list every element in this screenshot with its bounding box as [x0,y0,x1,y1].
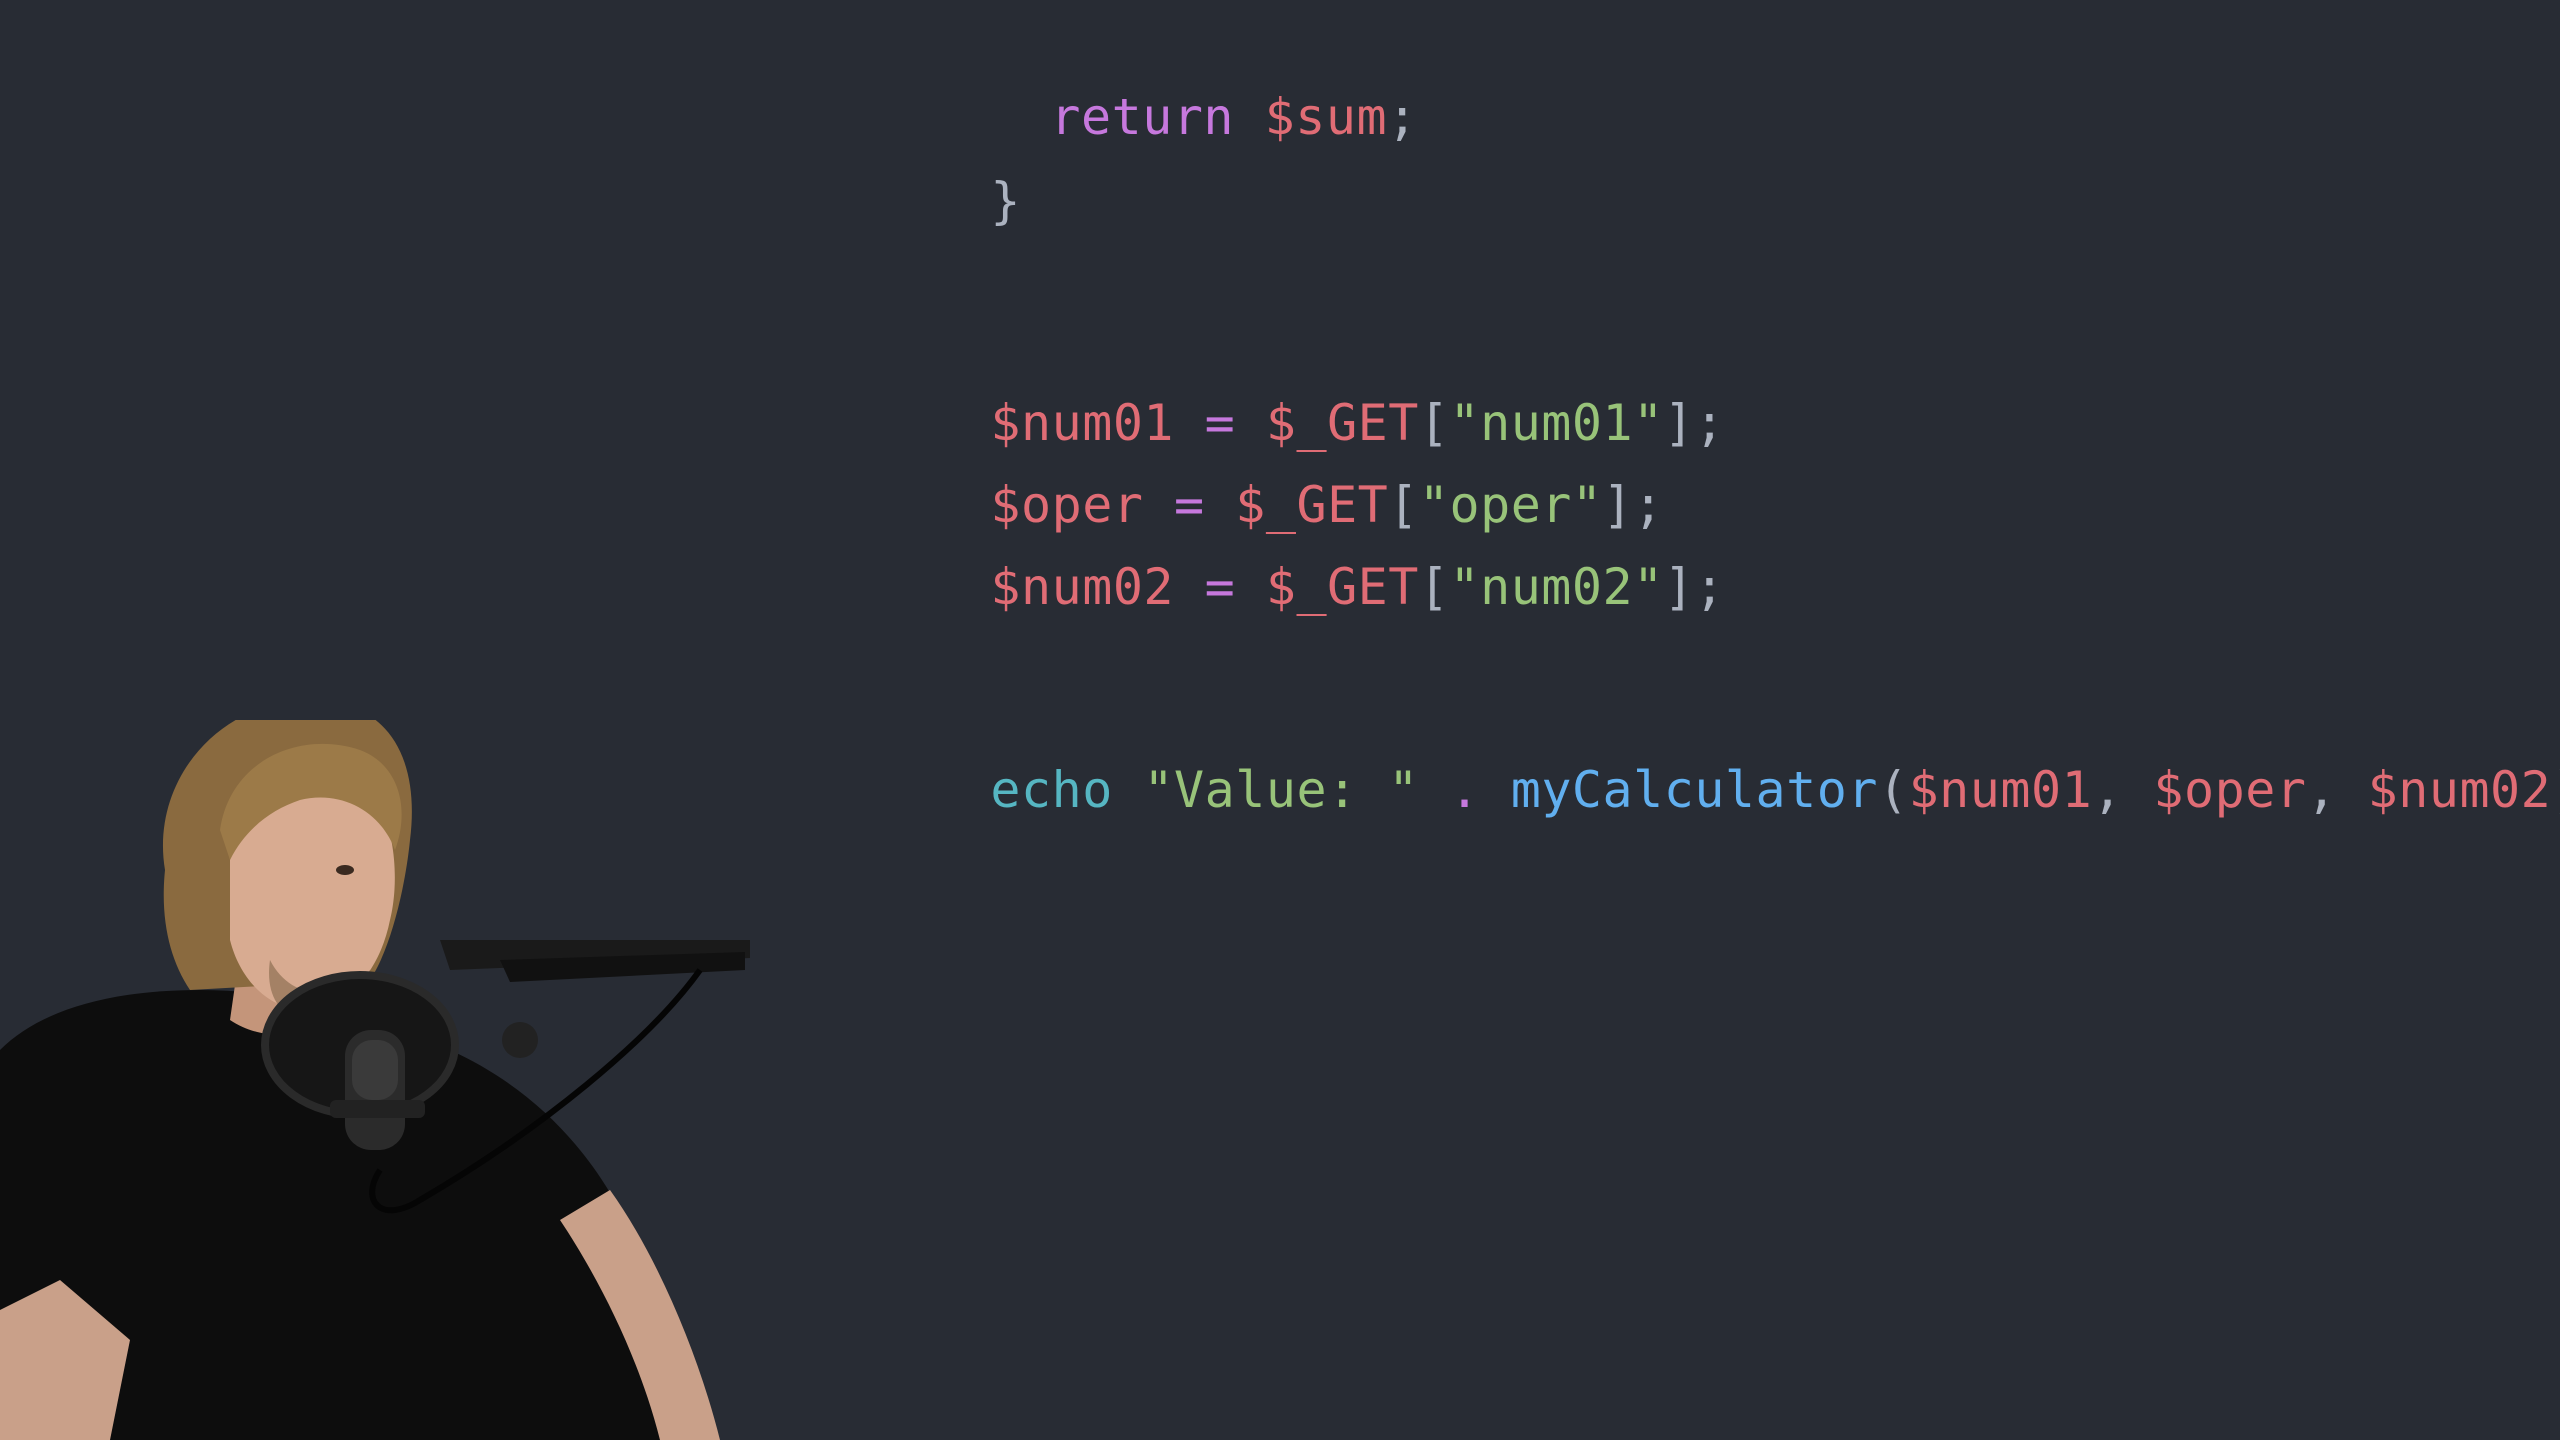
keyword-echo: echo [990,761,1113,819]
presenter-eye [336,865,354,875]
comma: , [2306,761,2338,819]
arg-num01: $num01 [1908,761,2093,819]
code-line-closing-brace: } [868,96,1021,230]
webcam-overlay [0,720,760,1440]
string-key-num02: "num02" [1449,558,1664,616]
variable-num02: $num02 [990,558,1175,616]
keyword-return: return [1050,88,1235,146]
arg-oper: $oper [2153,761,2307,819]
code-line-echo: echo "Value: " . myCalculator($num01, $o… [868,685,2560,819]
code-line-return: return $sum; [928,12,1418,146]
assign-operator: = [1204,558,1236,616]
superglobal-get: $_GET [1265,558,1419,616]
bracket-open: [ [1418,558,1450,616]
code-line-num02: $num02 = $_GET["num02"]; [868,482,1725,616]
semicolon: ; [1387,88,1418,146]
string-value-label: "Value: " [1143,761,1419,819]
bracket-close: ]; [1663,394,1725,452]
mic-clamp [502,1022,538,1058]
code-editor[interactable]: return $sum; } $num01 = $_GET["num01"]; … [0,0,2560,1440]
paren-open: ( [1877,761,1909,819]
variable-sum: $sum [1264,88,1388,146]
mic-shock-mount [330,1100,425,1118]
paren-close: ); [2551,761,2560,819]
code-line-num01: $num01 = $_GET["num01"]; [868,318,1725,452]
arg-num02: $num02 [2367,761,2552,819]
comma: , [2092,761,2123,819]
concat-operator: . [1449,761,1481,819]
function-call-mycalculator: myCalculator [1510,761,1878,819]
bracket-close: ]; [1663,558,1725,616]
code-line-oper: $oper = $_GET["oper"]; [868,400,1664,534]
closing-brace: } [990,172,1022,230]
presenter-video-frame [0,720,750,1440]
microphone-grille [352,1040,398,1100]
